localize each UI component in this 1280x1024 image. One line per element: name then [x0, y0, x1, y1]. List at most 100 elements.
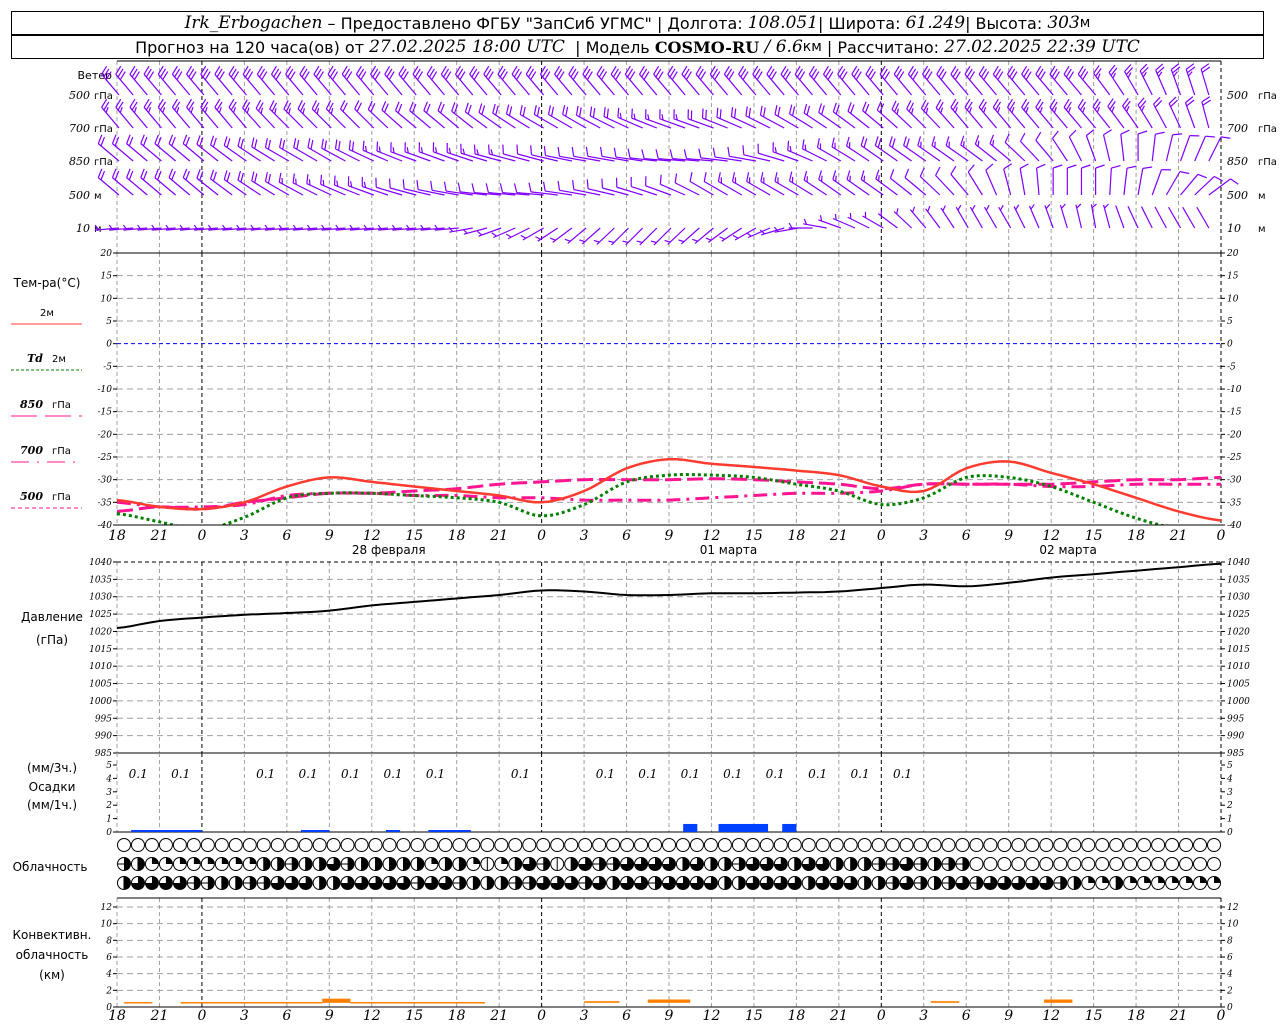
time-tick-label: 18: [787, 528, 805, 544]
cloud-symbol-low: [1081, 876, 1096, 890]
cloud-symbol-high: [1165, 838, 1180, 852]
wind-barb-staff: [1007, 73, 1026, 96]
cloud-symbol-middle: [466, 857, 481, 871]
cloud-symbol-high: [117, 838, 131, 852]
wind-barb-feather: [803, 170, 808, 181]
cloud-fill: [417, 857, 424, 871]
cloud-fill: [836, 857, 844, 871]
cloud-circle: [508, 838, 523, 852]
cloud-symbol-middle: [494, 857, 509, 871]
cloud-fill: [864, 857, 872, 871]
wind-barb-feather: [927, 205, 931, 212]
wind-barb: [1200, 63, 1211, 96]
wind-barb-feather: [905, 138, 910, 148]
wind-barb-staff: [1123, 168, 1128, 196]
cloud-circle: [969, 838, 984, 852]
cloud-fill: [193, 857, 201, 864]
wind-barb-staff: [492, 112, 516, 129]
wind-barb-feather: [354, 100, 360, 110]
wind-barb-staff: [404, 151, 431, 162]
wind-barb-feather: [806, 105, 811, 116]
cloud-symbol-low: [494, 876, 509, 890]
temperature-tick-label: -20: [1227, 430, 1242, 440]
wind-barb-staff: [1137, 168, 1144, 196]
wind-barb: [140, 134, 162, 162]
wind-barb-feather: [1142, 166, 1153, 170]
wind-barb-staff: [582, 73, 601, 96]
cloud-circle: [634, 838, 649, 852]
convective-tick-label: 8: [106, 936, 112, 946]
wind-barb-staff: [984, 206, 998, 229]
wind-barb-feather: [880, 209, 883, 216]
wind-barb-feather: [351, 141, 355, 152]
wind-barb: [398, 65, 417, 96]
wind-barb-staff: [214, 73, 233, 96]
wind-level-unit: гПа: [94, 124, 113, 135]
wind-barb-staff: [653, 73, 672, 96]
wind-barb-feather: [182, 134, 188, 144]
cloud-symbol-middle: [298, 857, 313, 871]
wind-barb-staff: [1049, 73, 1068, 96]
wind-barb-feather: [212, 137, 217, 148]
temperature-tick-label: -10: [98, 385, 113, 395]
pressure-tick-label: 1010: [89, 662, 112, 672]
cloud-symbol-middle: [130, 857, 145, 871]
wind-barb-staff: [723, 73, 743, 96]
wind-barb-staff: [334, 184, 360, 196]
cloud-circle: [466, 838, 481, 852]
wind-barb-feather: [703, 172, 707, 182]
wind-level-unit: гПа: [1258, 157, 1277, 168]
cloud-symbol-middle: [1123, 857, 1138, 871]
wind-barb-staff: [483, 73, 502, 96]
cloud-circle: [144, 838, 159, 852]
wind-barb-staff: [200, 106, 219, 129]
wind-barb-feather: [264, 138, 268, 148]
cloud-circle: [438, 838, 453, 852]
wind-barb: [483, 65, 502, 96]
cloud-symbol-high: [885, 838, 900, 852]
wind-barb: [497, 65, 516, 96]
time-tick-label: 15: [745, 528, 763, 544]
time-tick-label: 12: [363, 528, 381, 544]
wind-barb-feather: [689, 172, 693, 182]
cloud-circle: [648, 838, 663, 852]
wind-barb-feather: [1051, 130, 1059, 139]
wind-barb-staff: [412, 73, 431, 96]
cloud-symbol-high: [494, 838, 509, 852]
cloud-fill: [710, 857, 718, 871]
wind-barb-staff: [299, 73, 318, 96]
cloud-symbol-high: [438, 838, 453, 852]
wind-barb-feather: [745, 106, 748, 116]
wind-barb-staff: [279, 146, 304, 162]
cloud-fill: [151, 857, 159, 864]
wind-barb-staff: [398, 73, 417, 96]
cloud-symbol-low: [368, 876, 383, 890]
wind-barb-feather: [860, 136, 865, 146]
wind-barb-staff: [903, 145, 927, 162]
wind-barb-staff: [1122, 105, 1139, 129]
time-tick-label: 9: [665, 528, 674, 544]
wind-barb-staff: [808, 73, 828, 96]
cloud-symbol-high: [424, 838, 439, 852]
wind-barb: [214, 65, 233, 96]
wind-barb-feather: [716, 107, 719, 118]
wind-barb-feather: [983, 106, 987, 113]
cloud-symbol-low: [186, 876, 201, 890]
cloud-fill: [808, 876, 816, 890]
pressure-tick-label: 1035: [89, 575, 112, 585]
wind-barb-staff: [335, 148, 360, 162]
wind-barb-feather: [423, 101, 428, 111]
wind-barb: [925, 205, 941, 229]
cloud-circle: [312, 838, 327, 852]
cloud-symbol-low: [745, 876, 760, 890]
cloud-symbol-high: [955, 838, 970, 852]
cloud-fill: [361, 857, 369, 871]
pressure-tick-label: 1005: [89, 680, 112, 690]
cloud-fill: [473, 857, 480, 864]
wind-barb: [1049, 65, 1068, 96]
cloud-circle: [382, 838, 397, 852]
cloud-symbol-middle: [382, 857, 397, 871]
precip-3h-label: 0.1: [383, 767, 402, 781]
wind-barb-staff: [1140, 206, 1153, 229]
wind-barb-feather: [232, 106, 236, 113]
